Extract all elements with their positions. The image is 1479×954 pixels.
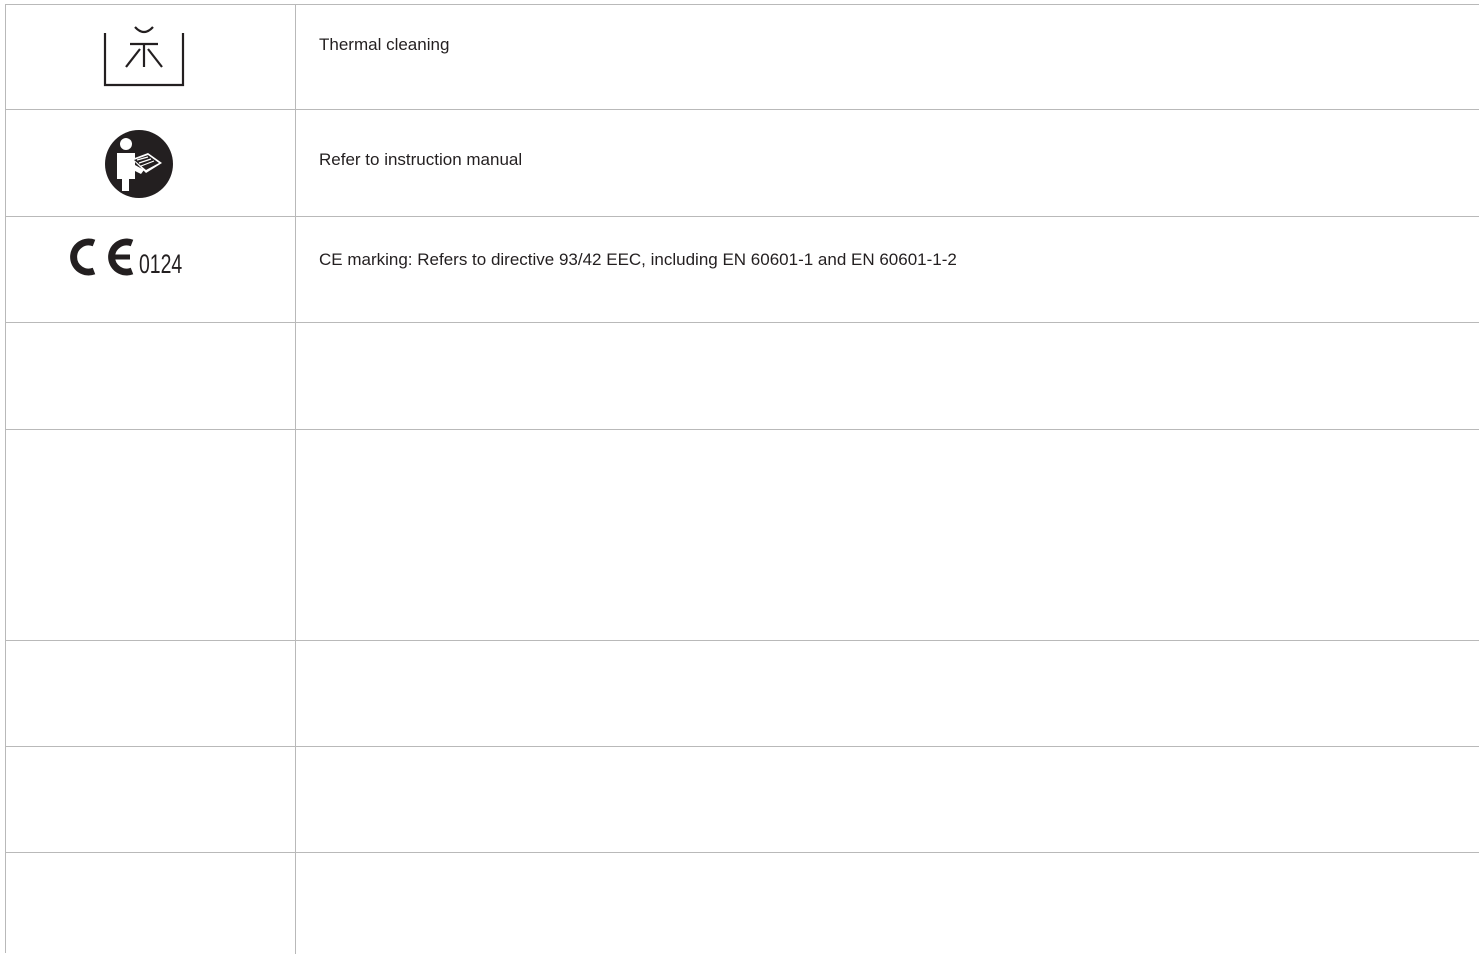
symbol-cell bbox=[6, 853, 296, 954]
ce-mark-icon bbox=[70, 238, 134, 276]
description-cell bbox=[297, 747, 1479, 852]
table-row bbox=[6, 641, 1479, 747]
thermal-cleaning-icon bbox=[103, 26, 185, 87]
description-text: Thermal cleaning bbox=[319, 35, 450, 54]
symbol-cell bbox=[6, 110, 296, 216]
description-text: Refer to instruction manual bbox=[319, 150, 523, 169]
description-cell bbox=[297, 641, 1479, 746]
symbol-cell bbox=[6, 641, 296, 746]
symbol-cell bbox=[6, 430, 296, 640]
description-text: CE marking: Refers to directive 93/42 EE… bbox=[319, 250, 957, 269]
table-row bbox=[6, 430, 1479, 641]
description-cell bbox=[297, 323, 1479, 429]
table-row: Refer to instruction manual bbox=[6, 110, 1479, 217]
description-cell: Refer to instruction manual bbox=[297, 110, 1479, 216]
symbol-cell bbox=[6, 323, 296, 429]
description-cell: CE marking: Refers to directive 93/42 EE… bbox=[297, 217, 1479, 322]
description-cell bbox=[297, 853, 1479, 954]
symbol-cell bbox=[6, 747, 296, 852]
description-cell bbox=[297, 430, 1479, 640]
table-row bbox=[6, 323, 1479, 430]
table-row: 0124 CE marking: Refers to directive 93/… bbox=[6, 217, 1479, 323]
symbol-cell bbox=[6, 5, 296, 109]
table-row bbox=[6, 853, 1479, 954]
notified-body-number: 0124 bbox=[139, 249, 183, 279]
description-cell: Thermal cleaning bbox=[297, 5, 1479, 109]
table-row bbox=[6, 747, 1479, 853]
table-row: Thermal cleaning bbox=[6, 5, 1479, 110]
symbol-table: Thermal cleaning Refer to instruction ma… bbox=[5, 4, 1479, 954]
instruction-manual-icon bbox=[105, 130, 173, 198]
symbol-cell: 0124 bbox=[6, 217, 296, 322]
